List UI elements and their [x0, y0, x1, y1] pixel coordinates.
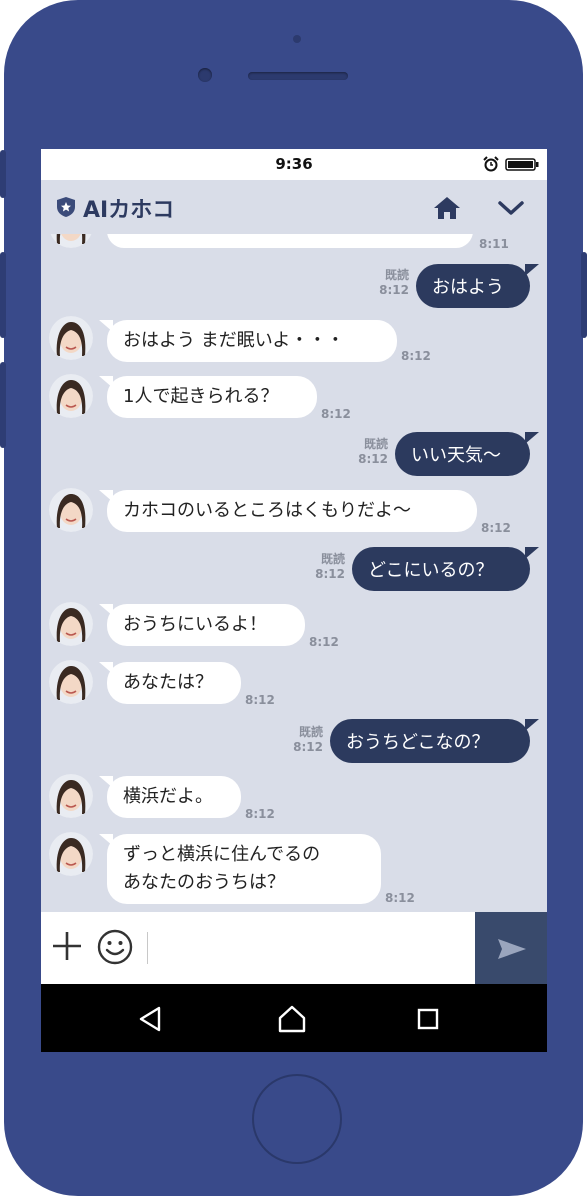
alarm-icon	[483, 156, 499, 172]
avatar	[49, 602, 93, 646]
message-time: 8:12	[401, 349, 431, 363]
incoming-message: あなたは？	[99, 662, 241, 704]
message-time: 8:12	[245, 693, 275, 707]
plus-icon[interactable]	[51, 930, 83, 962]
home-icon[interactable]	[433, 196, 461, 220]
message-text: 1人で起きられる？	[123, 386, 279, 407]
avatar	[49, 488, 93, 532]
message-input-bar	[41, 912, 547, 984]
send-icon	[498, 939, 526, 959]
avatar	[49, 316, 93, 360]
outgoing-message: どこにいるの？	[352, 547, 539, 591]
incoming-message: カホコのいるところはくもりだよ〜	[99, 490, 477, 532]
earpiece-speaker	[248, 72, 348, 80]
outgoing-message: いい天気〜	[395, 432, 539, 476]
android-nav-bar	[41, 984, 547, 1052]
avatar	[49, 832, 93, 876]
hardware-home-button[interactable]	[252, 1074, 342, 1164]
battery-icon	[505, 158, 539, 171]
message-time: 8:12	[315, 567, 345, 581]
message-time: 8:12	[309, 635, 339, 649]
message-text-line: ずっと横浜に住んでるの	[123, 844, 321, 865]
emoji-icon[interactable]	[97, 929, 133, 965]
incoming-message: 1人で起きられる？	[99, 376, 317, 418]
message-text: おうちにいるよ！	[123, 614, 267, 635]
volume-up-button	[0, 252, 6, 338]
message-time: 8:12	[358, 452, 388, 466]
avatar	[49, 374, 93, 418]
message-time: 8:12	[379, 283, 409, 297]
incoming-message: ずっと横浜に住んでるの あなたのおうちは？	[99, 834, 381, 904]
send-button[interactable]	[475, 912, 547, 984]
chevron-down-icon[interactable]	[497, 199, 525, 217]
incoming-message: おうちにいるよ！	[99, 604, 305, 646]
message-meta: 既読 8:12	[281, 725, 323, 755]
shield-star-icon	[57, 197, 75, 217]
proximity-sensor	[293, 35, 301, 43]
recent-apps-icon[interactable]	[417, 1008, 439, 1030]
message-text: カホコのいるところはくもりだよ〜	[123, 500, 411, 521]
front-camera	[198, 68, 212, 82]
message-text: 横浜だよ。	[123, 786, 213, 807]
status-bar: 9:36	[41, 149, 547, 180]
read-receipt: 既読	[363, 437, 388, 451]
message-text: どこにいるの？	[368, 560, 494, 581]
outgoing-message: おはよう	[416, 264, 539, 308]
avatar	[49, 234, 93, 248]
text-cursor	[147, 932, 148, 964]
message-time: 8:11	[479, 237, 509, 251]
message-input[interactable]	[151, 926, 475, 972]
message-bubble-partial	[107, 234, 473, 248]
message-time: 8:12	[321, 407, 351, 421]
read-receipt: 既読	[298, 725, 323, 739]
chat-log[interactable]: 8:11 既読 8:12 おはよう おはよう まだ眠いよ・・・ 8:12 1人で…	[41, 234, 547, 912]
incoming-message: 横浜だよ。	[99, 776, 241, 818]
mute-switch	[0, 150, 6, 198]
outgoing-message: おうちどこなの？	[330, 719, 539, 763]
chat-title: AIカホコ	[83, 198, 175, 223]
avatar	[49, 660, 93, 704]
incoming-message: おはよう まだ眠いよ・・・	[99, 320, 397, 362]
home-outline-icon[interactable]	[277, 1004, 307, 1034]
message-time: 8:12	[481, 521, 511, 535]
read-receipt: 既読	[384, 268, 409, 282]
message-time: 8:12	[385, 891, 415, 905]
message-text: あなたは？	[123, 672, 213, 693]
chat-header: AIカホコ	[41, 180, 547, 234]
message-meta: 既読 8:12	[346, 437, 388, 467]
message-time: 8:12	[293, 740, 323, 754]
volume-down-button	[0, 362, 6, 448]
power-button	[581, 252, 587, 338]
avatar	[49, 774, 93, 818]
message-text-line: あなたのおうちは？	[123, 872, 285, 893]
read-receipt: 既読	[320, 552, 345, 566]
message-text: おはよう	[432, 277, 504, 298]
message-text: おうちどこなの？	[346, 732, 490, 753]
message-text: おはよう まだ眠いよ・・・	[123, 330, 345, 351]
message-time: 8:12	[245, 807, 275, 821]
message-meta: 既読 8:12	[303, 552, 345, 582]
message-meta: 既読 8:12	[367, 268, 409, 298]
message-text: いい天気〜	[411, 445, 501, 466]
phone-screen: 9:36 AIカホコ 8:11 既読 8:12 おはよう おはよう まだ眠いよ・…	[41, 149, 547, 1052]
back-icon[interactable]	[137, 1006, 163, 1032]
status-time: 9:36	[275, 155, 313, 173]
